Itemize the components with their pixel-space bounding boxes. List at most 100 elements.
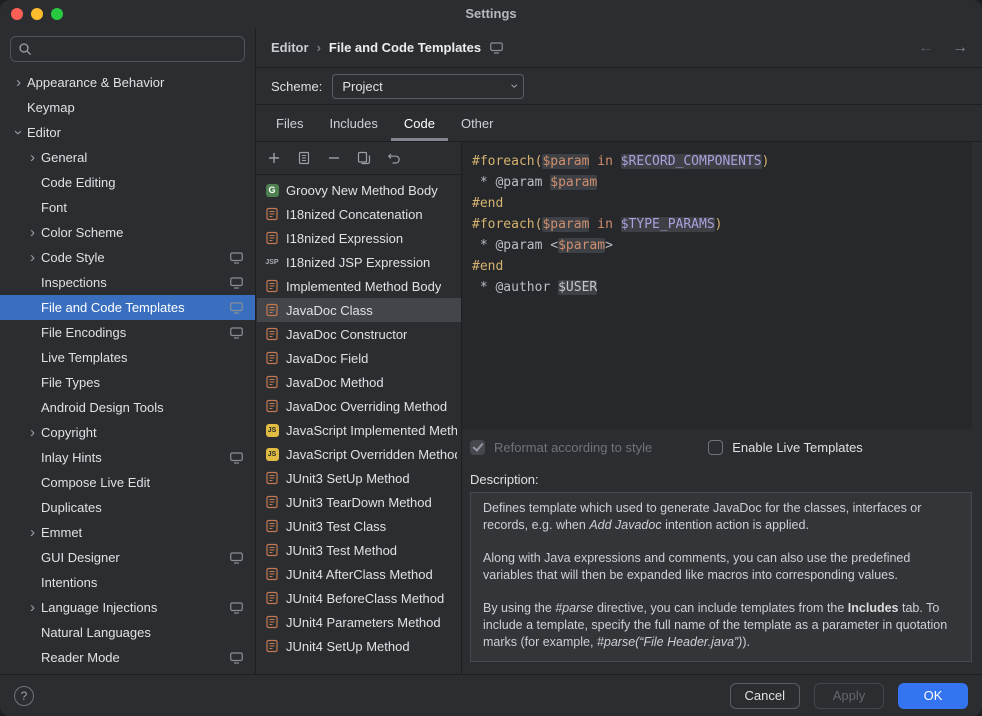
template-item-i18nized-concatenation[interactable]: I18nized Concatenation <box>257 202 461 226</box>
template-item-javadoc-class[interactable]: JavaDoc Class <box>257 298 461 322</box>
reformat-checkbox[interactable] <box>470 440 485 455</box>
sidebar-item-file-and-code-templates[interactable]: File and Code Templates <box>0 295 255 320</box>
sidebar-item-file-types[interactable]: File Types <box>0 370 255 395</box>
breadcrumb-editor[interactable]: Editor <box>271 40 309 55</box>
ok-button[interactable]: OK <box>898 683 968 709</box>
template-icon <box>265 303 279 317</box>
minimize-window-button[interactable] <box>31 8 43 20</box>
chevron-icon[interactable] <box>24 525 41 540</box>
close-window-button[interactable] <box>11 8 23 20</box>
template-item-javadoc-constructor[interactable]: JavaDoc Constructor <box>257 322 461 346</box>
template-icon <box>265 519 279 533</box>
sidebar-item-inlay-hints[interactable]: Inlay Hints <box>0 445 255 470</box>
template-item-junit4-setup-method[interactable]: JUnit4 SetUp Method <box>257 634 461 658</box>
sidebar-item-keymap[interactable]: Keymap <box>0 95 255 120</box>
reset-to-default-icon[interactable] <box>386 150 402 166</box>
settings-scope-icon <box>230 327 243 339</box>
template-item-groovy-new-method-body[interactable]: G Groovy New Method Body <box>257 178 461 202</box>
template-item-javadoc-field[interactable]: JavaDoc Field <box>257 346 461 370</box>
enable-live-templates-checkbox[interactable] <box>708 440 723 455</box>
template-icon <box>265 207 279 221</box>
settings-scope-icon <box>230 602 243 614</box>
template-item-javascript-overridden-method[interactable]: JS JavaScript Overridden Method <box>257 442 461 466</box>
copy-template-icon[interactable] <box>356 150 372 166</box>
sidebar-item-gui-designer[interactable]: GUI Designer <box>0 545 255 570</box>
template-editor[interactable]: #foreach($param in $RECORD_COMPONENTS) *… <box>462 142 972 429</box>
sidebar-item-copyright[interactable]: Copyright <box>0 420 255 445</box>
chevron-icon[interactable] <box>24 150 41 165</box>
create-child-template-icon[interactable] <box>296 150 312 166</box>
chevron-icon[interactable] <box>10 75 27 90</box>
javascript-icon: JS <box>266 424 279 437</box>
editor-panel: #foreach($param in $RECORD_COMPONENTS) *… <box>462 142 982 674</box>
tab-files[interactable]: Files <box>263 105 316 141</box>
template-item-javadoc-method[interactable]: JavaDoc Method <box>257 370 461 394</box>
settings-scope-icon <box>230 652 243 664</box>
tab-other[interactable]: Other <box>448 105 507 141</box>
search-input[interactable] <box>37 41 237 58</box>
sidebar-item-live-templates[interactable]: Live Templates <box>0 345 255 370</box>
back-icon[interactable] <box>918 39 934 57</box>
settings-search-box[interactable] <box>10 36 245 62</box>
code-line: * @param $param <box>472 172 962 193</box>
sidebar-item-general[interactable]: General <box>0 145 255 170</box>
apply-button[interactable]: Apply <box>814 683 884 709</box>
sidebar-item-file-encodings[interactable]: File Encodings <box>0 320 255 345</box>
chevron-icon[interactable] <box>24 225 41 240</box>
sidebar-item-natural-languages[interactable]: Natural Languages <box>0 620 255 645</box>
sidebar-item-editor[interactable]: Editor <box>0 120 255 145</box>
zoom-window-button[interactable] <box>51 8 63 20</box>
sidebar-item-color-scheme[interactable]: Color Scheme <box>0 220 255 245</box>
description-label: Description: <box>462 465 972 492</box>
template-icon <box>265 231 279 245</box>
template-item-junit3-setup-method[interactable]: JUnit3 SetUp Method <box>257 466 461 490</box>
template-item-i18nized-jsp-expression[interactable]: JSP I18nized JSP Expression <box>257 250 461 274</box>
sidebar-item-intentions[interactable]: Intentions <box>0 570 255 595</box>
chevron-icon[interactable] <box>24 600 41 615</box>
sidebar-item-appearance-behavior[interactable]: Appearance & Behavior <box>0 70 255 95</box>
template-item-implemented-method-body[interactable]: Implemented Method Body <box>257 274 461 298</box>
template-icon <box>265 399 279 413</box>
tab-code[interactable]: Code <box>391 105 448 141</box>
description-paragraph: By using the #parse directive, you can i… <box>483 600 959 651</box>
titlebar: Settings <box>0 0 982 28</box>
chevron-icon[interactable] <box>10 125 27 140</box>
sidebar-item-code-editing[interactable]: Code Editing <box>0 170 255 195</box>
settings-window: Settings Appearance & Behavior Keymap Ed… <box>0 0 982 716</box>
template-item-junit4-afterclass-method[interactable]: JUnit4 AfterClass Method <box>257 562 461 586</box>
groovy-icon: G <box>266 184 279 197</box>
remove-template-icon[interactable] <box>326 150 342 166</box>
sidebar-item-android-design-tools[interactable]: Android Design Tools <box>0 395 255 420</box>
sidebar-item-inspections[interactable]: Inspections <box>0 270 255 295</box>
chevron-icon[interactable] <box>24 250 41 265</box>
sidebar-item-font[interactable]: Font <box>0 195 255 220</box>
add-template-icon[interactable] <box>266 150 282 166</box>
sidebar-item-duplicates[interactable]: Duplicates <box>0 495 255 520</box>
template-item-javadoc-overriding-method[interactable]: JavaDoc Overriding Method <box>257 394 461 418</box>
breadcrumb: Editor › File and Code Templates <box>257 28 982 68</box>
template-item-junit3-test-class[interactable]: JUnit3 Test Class <box>257 514 461 538</box>
help-button[interactable]: ? <box>14 686 34 706</box>
sidebar-item-reader-mode[interactable]: Reader Mode <box>0 645 255 670</box>
tab-includes[interactable]: Includes <box>316 105 390 141</box>
template-item-junit3-test-method[interactable]: JUnit3 Test Method <box>257 538 461 562</box>
description-text: Defines template which used to generate … <box>470 492 972 662</box>
forward-icon[interactable] <box>952 39 968 57</box>
template-item-junit4-beforeclass-method[interactable]: JUnit4 BeforeClass Method <box>257 586 461 610</box>
cancel-button[interactable]: Cancel <box>730 683 800 709</box>
scheme-select[interactable]: Project <box>332 74 524 99</box>
sidebar-tree: Appearance & Behavior Keymap Editor Gene… <box>0 68 255 674</box>
sidebar-item-compose-live-edit[interactable]: Compose Live Edit <box>0 470 255 495</box>
settings-sidebar: Appearance & Behavior Keymap Editor Gene… <box>0 28 256 674</box>
sidebar-item-code-style[interactable]: Code Style <box>0 245 255 270</box>
search-icon <box>18 42 32 56</box>
sidebar-item-emmet[interactable]: Emmet <box>0 520 255 545</box>
template-item-i18nized-expression[interactable]: I18nized Expression <box>257 226 461 250</box>
template-item-javascript-implemented-method[interactable]: JS JavaScript Implemented Method <box>257 418 461 442</box>
sidebar-item-language-injections[interactable]: Language Injections <box>0 595 255 620</box>
list-toolbar <box>257 142 461 175</box>
reformat-label: Reformat according to style <box>494 440 652 455</box>
template-item-junit4-parameters-method[interactable]: JUnit4 Parameters Method <box>257 610 461 634</box>
chevron-icon[interactable] <box>24 425 41 440</box>
template-item-junit3-teardown-method[interactable]: JUnit3 TearDown Method <box>257 490 461 514</box>
